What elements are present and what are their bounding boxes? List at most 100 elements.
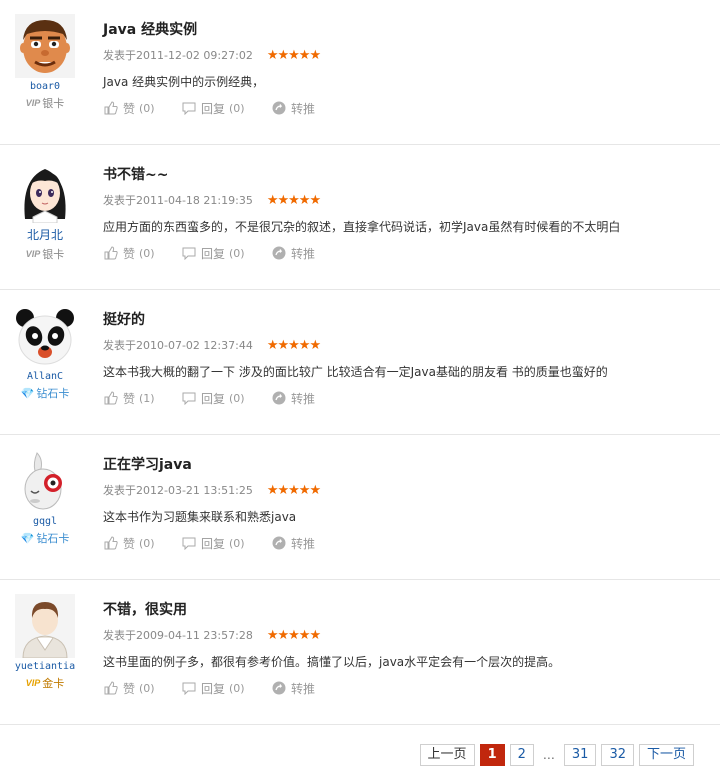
diamond-icon: 💎 bbox=[20, 386, 35, 400]
review-content: 书不错~~ 发表于2011-04-18 21:19:35 ★★★★★ 应用方面的… bbox=[103, 165, 710, 262]
avatar[interactable] bbox=[15, 304, 75, 368]
username[interactable]: yuetiantia bbox=[10, 661, 80, 672]
share-icon bbox=[271, 245, 287, 261]
member-level-label: 钻石卡 bbox=[36, 532, 70, 545]
review-title: Java 经典实例 bbox=[103, 22, 198, 38]
prev-page-button[interactable]: 上一页 bbox=[419, 744, 475, 766]
share-label: 转推 bbox=[291, 536, 316, 551]
like-label: 赞 bbox=[123, 101, 136, 116]
share-button[interactable]: 转推 bbox=[271, 390, 315, 407]
like-count: (0) bbox=[139, 681, 155, 695]
share-button[interactable]: 转推 bbox=[271, 535, 315, 552]
like-count: (1) bbox=[139, 391, 155, 405]
review-meta: 发表于2011-12-02 09:27:02 ★★★★★ bbox=[103, 46, 710, 64]
like-button[interactable]: 赞 (0) bbox=[103, 535, 181, 552]
post-date: 发表于2010-07-02 12:37:44 bbox=[103, 339, 253, 352]
post-date: 发表于2009-04-11 23:57:28 bbox=[103, 629, 253, 642]
pagination: 上一页 1 2 … 31 32 下一页 bbox=[419, 744, 694, 766]
reply-button[interactable]: 回复 (0) bbox=[181, 680, 271, 697]
thumbs-up-icon bbox=[103, 245, 119, 261]
reply-count: (0) bbox=[229, 681, 245, 695]
username[interactable]: 北月北 bbox=[10, 226, 80, 243]
rating-stars-icon: ★★★★★ bbox=[266, 47, 321, 63]
avatar[interactable] bbox=[15, 449, 75, 513]
page-31-button[interactable]: 31 bbox=[563, 744, 597, 766]
comment-icon bbox=[181, 245, 197, 261]
rating-stars-icon: ★★★★★ bbox=[266, 192, 321, 208]
diamond-icon: 💎 bbox=[20, 531, 35, 545]
anime-girl-avatar-icon bbox=[15, 159, 75, 223]
member-level-label: 钻石卡 bbox=[36, 387, 70, 400]
rating-stars-icon: ★★★★★ bbox=[266, 482, 321, 498]
share-label: 转推 bbox=[291, 101, 316, 116]
member-level-label: 银卡 bbox=[42, 248, 65, 261]
username[interactable]: gqgl bbox=[10, 516, 80, 527]
page-1-button[interactable]: 1 bbox=[479, 744, 505, 766]
share-button[interactable]: 转推 bbox=[271, 680, 315, 697]
like-button[interactable]: 赞 (0) bbox=[103, 245, 181, 262]
like-label: 赞 bbox=[123, 681, 136, 696]
pagination-ellipsis: … bbox=[542, 748, 555, 762]
thumbs-up-icon bbox=[103, 535, 119, 551]
like-button[interactable]: 赞 (1) bbox=[103, 390, 181, 407]
member-level: 💎 钻石卡 bbox=[10, 530, 80, 546]
share-button[interactable]: 转推 bbox=[271, 100, 315, 117]
reply-count: (0) bbox=[229, 391, 245, 405]
share-button[interactable]: 转推 bbox=[271, 245, 315, 262]
review-actions: 赞 (0) 回复 (0) 转推 bbox=[103, 534, 710, 552]
username[interactable]: boar0 bbox=[10, 81, 80, 92]
thumbs-up-icon bbox=[103, 100, 119, 116]
like-button[interactable]: 赞 (0) bbox=[103, 680, 181, 697]
share-icon bbox=[271, 390, 287, 406]
like-count: (0) bbox=[139, 536, 155, 550]
reply-label: 回复 bbox=[201, 246, 226, 261]
reply-count: (0) bbox=[229, 536, 245, 550]
reply-label: 回复 bbox=[201, 101, 226, 116]
review-meta: 发表于2011-04-18 21:19:35 ★★★★★ bbox=[103, 191, 710, 209]
username[interactable]: AllanC bbox=[10, 371, 80, 382]
page-2-button[interactable]: 2 bbox=[509, 744, 534, 766]
review-actions: 赞 (0) 回复 (0) 转推 bbox=[103, 244, 710, 262]
post-date: 发表于2011-12-02 09:27:02 bbox=[103, 49, 253, 62]
reply-button[interactable]: 回复 (0) bbox=[181, 535, 271, 552]
user-info: yuetiantia VIP 金卡 bbox=[10, 594, 80, 691]
member-level: 💎 钻石卡 bbox=[10, 385, 80, 401]
review-item: yuetiantia VIP 金卡 不错，很实用 发表于2009-04-11 2… bbox=[0, 580, 720, 725]
reply-button[interactable]: 回复 (0) bbox=[181, 100, 271, 117]
member-level: VIP 银卡 bbox=[10, 95, 80, 111]
comment-icon bbox=[181, 680, 197, 696]
review-title: 挺好的 bbox=[103, 312, 145, 328]
review-text: 这本书作为习题集来联系和熟悉java bbox=[103, 510, 297, 524]
like-button[interactable]: 赞 (0) bbox=[103, 100, 181, 117]
review-actions: 赞 (0) 回复 (0) 转推 bbox=[103, 99, 710, 117]
review-text: 这本书我大概的翻了一下 涉及的面比较广 比较适合有一定Java基础的朋友看 书的… bbox=[103, 365, 608, 379]
default-user-avatar-icon bbox=[15, 594, 75, 658]
avatar[interactable] bbox=[15, 159, 75, 223]
reply-label: 回复 bbox=[201, 391, 226, 406]
review-actions: 赞 (0) 回复 (0) 转推 bbox=[103, 679, 710, 697]
next-page-button[interactable]: 下一页 bbox=[638, 744, 694, 766]
user-info: AllanC 💎 钻石卡 bbox=[10, 304, 80, 401]
reply-button[interactable]: 回复 (0) bbox=[181, 245, 271, 262]
thumbs-up-icon bbox=[103, 390, 119, 406]
reply-button[interactable]: 回复 (0) bbox=[181, 390, 271, 407]
like-label: 赞 bbox=[123, 246, 136, 261]
reply-label: 回复 bbox=[201, 536, 226, 551]
member-level: VIP 金卡 bbox=[10, 675, 80, 691]
review-meta: 发表于2010-07-02 12:37:44 ★★★★★ bbox=[103, 336, 710, 354]
review-title: 不错，很实用 bbox=[103, 602, 187, 618]
review-actions: 赞 (1) 回复 (0) 转推 bbox=[103, 389, 710, 407]
vip-badge-icon: VIP bbox=[25, 98, 41, 108]
avatar[interactable] bbox=[15, 594, 75, 658]
user-info: boar0 VIP 银卡 bbox=[10, 14, 80, 111]
vip-badge-icon: VIP bbox=[25, 249, 41, 259]
like-label: 赞 bbox=[123, 391, 136, 406]
post-date: 发表于2012-03-21 13:51:25 bbox=[103, 484, 253, 497]
share-label: 转推 bbox=[291, 681, 316, 696]
share-label: 转推 bbox=[291, 246, 316, 261]
thumbs-up-icon bbox=[103, 680, 119, 696]
page-32-button[interactable]: 32 bbox=[601, 744, 634, 766]
avatar[interactable] bbox=[15, 14, 75, 78]
review-content: Java 经典实例 发表于2011-12-02 09:27:02 ★★★★★ J… bbox=[103, 20, 710, 117]
like-count: (0) bbox=[139, 101, 155, 115]
